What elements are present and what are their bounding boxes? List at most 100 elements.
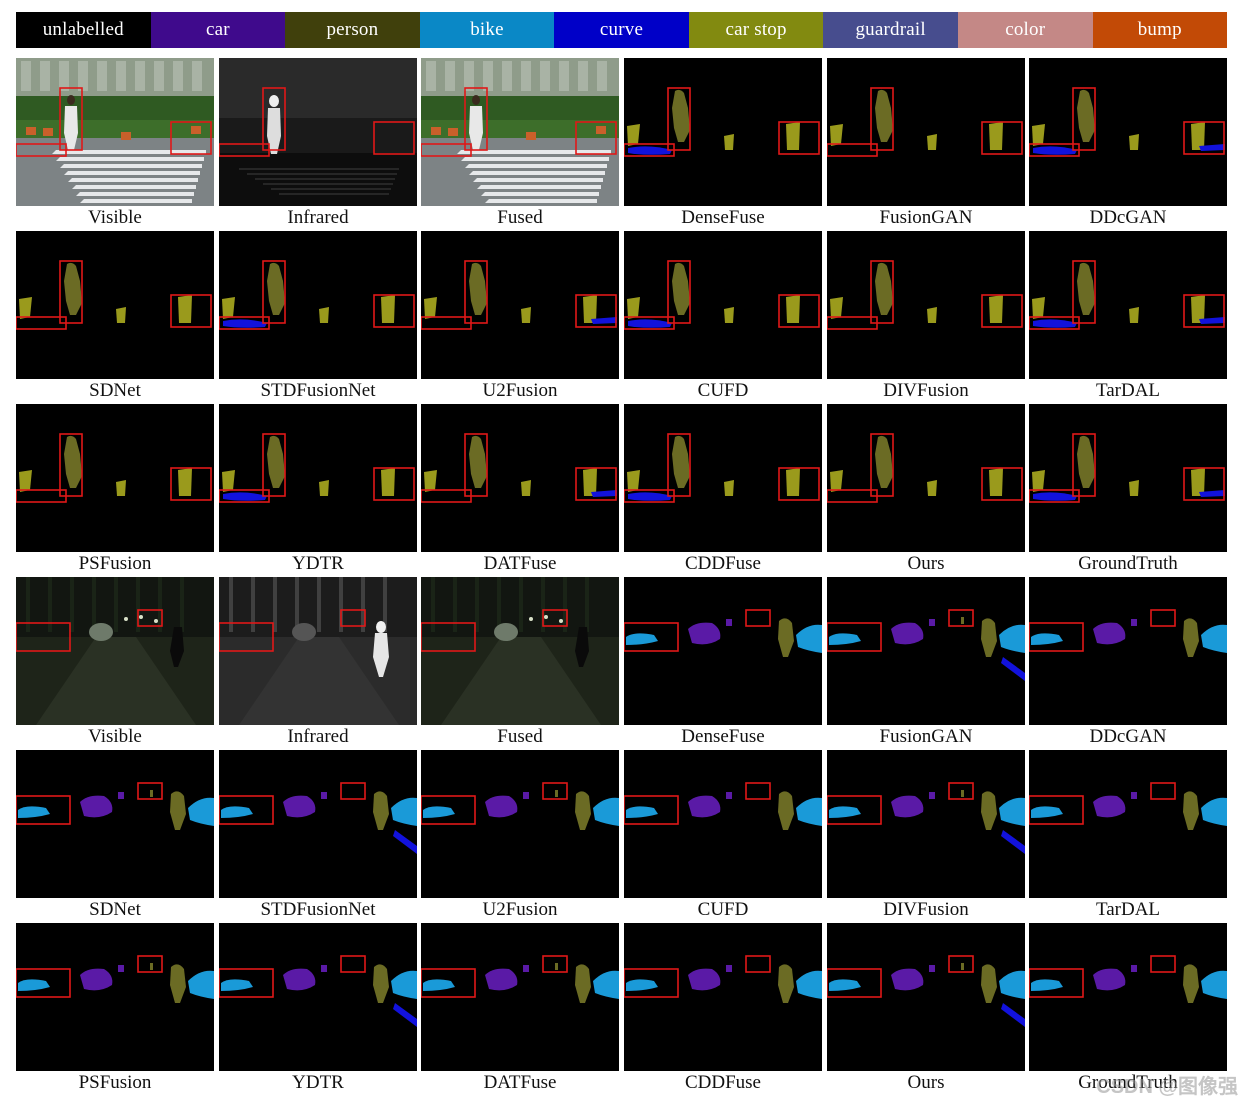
- car-stop-seg: [989, 295, 1003, 323]
- result-image: [16, 750, 214, 898]
- car-seg: [321, 792, 327, 799]
- bike-seg: [18, 979, 50, 991]
- car-stop-seg: [927, 134, 937, 150]
- car-seg: [1131, 619, 1137, 626]
- result-image-canvas: [827, 609, 1025, 681]
- crosswalk-stripe: [481, 192, 599, 196]
- bike-seg: [626, 806, 658, 818]
- comparison-cell: DDcGAN: [1029, 58, 1227, 231]
- method-caption: Infrared: [287, 726, 349, 747]
- crosswalk-stripe: [72, 185, 196, 189]
- bike-seg: [188, 797, 214, 826]
- comparison-cell: DenseFuse: [624, 577, 822, 750]
- car-stop-seg: [222, 297, 235, 319]
- person-seg: [469, 262, 487, 315]
- method-caption: CUFD: [697, 899, 749, 920]
- car-seg: [485, 968, 518, 991]
- curve-seg: [393, 830, 417, 854]
- crosswalk-stripe: [477, 185, 601, 189]
- comparison-cell: FusionGAN: [827, 58, 1025, 231]
- highlight-box: [1150, 609, 1176, 627]
- car: [89, 623, 113, 641]
- car-stop-seg: [627, 124, 640, 146]
- method-caption: SDNet: [89, 899, 141, 920]
- result-image-canvas: [16, 58, 214, 206]
- comparison-cell: Visible: [16, 577, 214, 750]
- car-stop-seg: [381, 295, 395, 323]
- bike-seg: [626, 633, 658, 645]
- person-seg: [778, 618, 794, 657]
- curve-seg: [628, 146, 672, 155]
- method-caption: DIVFusion: [883, 899, 969, 920]
- person-seg: [961, 963, 964, 970]
- person-seg: [672, 262, 690, 315]
- car-seg: [891, 795, 924, 818]
- person-seg: [1183, 964, 1199, 1003]
- crosswalk-stripe: [76, 192, 194, 196]
- comparison-cell: SDNet: [16, 231, 214, 404]
- car-stop-seg: [989, 468, 1003, 496]
- car-stop-seg: [989, 122, 1003, 150]
- car-seg: [118, 792, 124, 799]
- method-caption: DDcGAN: [1089, 207, 1167, 228]
- method-caption: CDDFuse: [684, 1072, 761, 1093]
- car-seg: [1093, 622, 1126, 645]
- car-stop-seg: [627, 297, 640, 319]
- comparison-cell: CDDFuse: [624, 404, 822, 577]
- result-image: [219, 404, 417, 552]
- street-light: [529, 617, 533, 621]
- curve-seg: [223, 492, 267, 501]
- car-stop-seg: [116, 307, 126, 323]
- car-stop: [431, 127, 441, 135]
- crosswalk-stripe: [68, 178, 198, 182]
- comparison-cell: Ours: [827, 404, 1025, 577]
- result-image-canvas: [1029, 87, 1225, 157]
- result-image: [624, 577, 822, 725]
- crosswalk-stripe: [60, 164, 202, 168]
- bike-seg: [1201, 797, 1227, 826]
- curve-seg: [1001, 1003, 1025, 1027]
- person-seg: [981, 964, 997, 1003]
- car-seg: [1131, 792, 1137, 799]
- comparison-cell: TarDAL: [1029, 231, 1227, 404]
- curve-seg: [393, 1003, 417, 1027]
- result-image-canvas: [624, 87, 820, 157]
- result-image: [16, 231, 214, 379]
- person-seg: [575, 791, 591, 830]
- car-seg: [929, 619, 935, 626]
- person-seg: [170, 964, 186, 1003]
- car-stop: [43, 128, 53, 136]
- person-seg: [981, 791, 997, 830]
- comparison-cell: Fused: [421, 577, 619, 750]
- person-seg: [875, 435, 893, 488]
- car-stop-seg: [319, 307, 329, 323]
- method-caption: DATFuse: [483, 553, 557, 574]
- person-seg: [672, 435, 690, 488]
- person-seg: [575, 964, 591, 1003]
- person-seg: [981, 618, 997, 657]
- bike-seg: [188, 970, 214, 999]
- bike-seg: [423, 806, 455, 818]
- bike-seg: [391, 797, 417, 826]
- comparison-cell: DATFuse: [421, 923, 619, 1096]
- result-image: [421, 923, 619, 1071]
- bike-seg: [626, 979, 658, 991]
- result-image-canvas: [624, 782, 822, 830]
- crosswalk-stripe: [485, 199, 597, 203]
- car-stop-seg: [1032, 297, 1045, 319]
- highlight-box: [827, 489, 878, 503]
- bike-seg: [829, 633, 861, 645]
- result-image-canvas: [1029, 433, 1225, 503]
- car-stop-seg: [786, 468, 800, 496]
- car-stop: [526, 132, 536, 140]
- method-caption: DDcGAN: [1089, 726, 1167, 747]
- person-seg: [555, 790, 558, 797]
- car-stop-seg: [178, 295, 192, 323]
- person-seg: [150, 790, 153, 797]
- result-image: [624, 750, 822, 898]
- method-caption: U2Fusion: [482, 899, 558, 920]
- street-light: [559, 619, 563, 623]
- crosswalk-stripe: [461, 157, 609, 161]
- comparison-cell: PSFusion: [16, 923, 214, 1096]
- method-caption: Ours: [907, 1072, 945, 1093]
